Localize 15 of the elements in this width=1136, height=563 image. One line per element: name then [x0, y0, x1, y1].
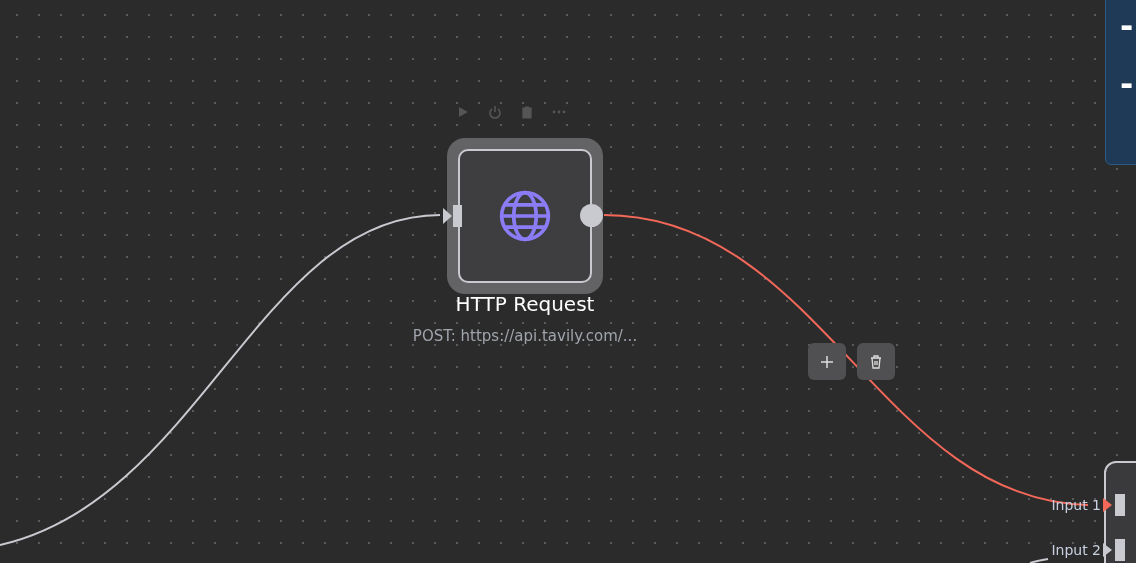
panel-text: - [1120, 66, 1135, 102]
add-button[interactable] [808, 343, 846, 380]
trash-icon [868, 353, 884, 370]
input-handle[interactable] [443, 205, 463, 227]
input-handle[interactable] [1103, 539, 1125, 561]
connection-line[interactable] [1029, 558, 1049, 563]
panel-text: - [1120, 8, 1135, 44]
input-handle[interactable] [1103, 494, 1125, 516]
delete-button[interactable] [857, 343, 895, 380]
plus-icon [819, 353, 835, 370]
node-subtitle: POST: https://api.tavily.com/... [411, 327, 639, 345]
node-title: HTTP Request [454, 292, 596, 316]
http-node[interactable] [447, 138, 603, 294]
input-label: Input 2 [1051, 542, 1101, 558]
globe-icon [497, 188, 553, 244]
